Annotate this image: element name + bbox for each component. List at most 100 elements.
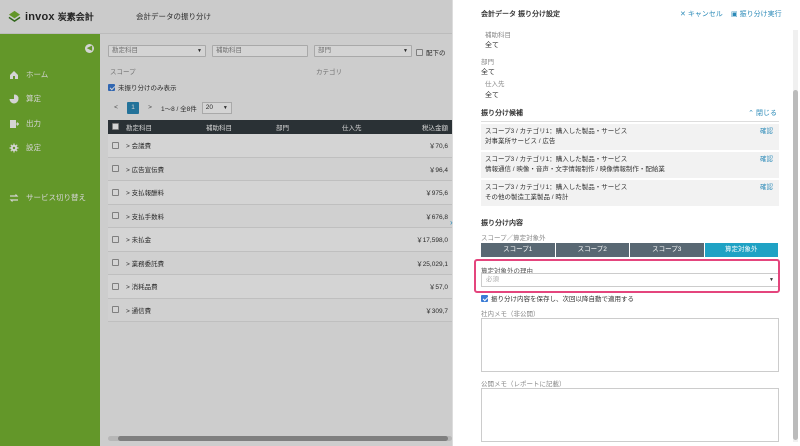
execute-allocation-button[interactable]: ▣ 振り分け実行 xyxy=(731,9,782,19)
panel-title: 会計データ 振り分け設定 xyxy=(481,11,560,18)
department-filter-placeholder: 部門 xyxy=(318,47,331,54)
sub-account-value: 全て xyxy=(485,42,499,49)
next-page-button[interactable]: > xyxy=(144,102,156,114)
segment-scope3[interactable]: スコープ3 xyxy=(630,243,705,257)
sidebar-item-label: サービス切り替え xyxy=(26,193,86,202)
row-checkbox[interactable] xyxy=(111,282,119,290)
candidate-confirm-button[interactable]: 確認 xyxy=(760,155,773,165)
row-checkbox[interactable] xyxy=(111,188,119,196)
candidate-confirm-button[interactable]: 確認 xyxy=(760,127,773,137)
horizontal-scrollbar[interactable] xyxy=(108,436,452,441)
logo-icon xyxy=(8,10,21,23)
table-row[interactable]: > 広告宣伝費 ￥96,4 xyxy=(108,157,452,181)
row-amount: ￥96,4 xyxy=(428,166,448,174)
internal-memo-field[interactable] xyxy=(481,318,779,372)
row-checkbox[interactable] xyxy=(111,141,119,149)
row-checkbox[interactable] xyxy=(111,165,119,173)
auto-apply-checkbox[interactable] xyxy=(481,294,488,302)
row-amount: ￥309,7 xyxy=(425,307,448,315)
expand-icon[interactable]: > xyxy=(126,143,130,150)
expand-icon[interactable]: > xyxy=(126,284,130,291)
public-memo-field[interactable] xyxy=(481,388,779,442)
row-account: > 通信費 xyxy=(126,307,152,315)
chevron-down-icon: ▼ xyxy=(403,48,408,54)
sidebar-item-home[interactable]: ホーム xyxy=(8,69,48,80)
candidate-confirm-button[interactable]: 確認 xyxy=(760,183,773,193)
expand-icon[interactable]: > xyxy=(126,214,130,221)
table-row[interactable]: > 消耗品費 ￥57,0 xyxy=(108,275,452,299)
expand-icon[interactable]: > xyxy=(126,237,130,244)
expand-icon[interactable]: > xyxy=(126,167,130,174)
table-row[interactable]: > 会議費 ￥70,6 xyxy=(108,134,452,158)
account-filter[interactable]: 勘定科目 ▼ xyxy=(108,45,206,57)
main-content: 勘定科目 ▼ 補助科目 部門 ▼ 配下の スコープ カテゴリ 未振り分けのみ表示… xyxy=(100,34,452,446)
allocated-checkbox[interactable] xyxy=(416,48,423,56)
table-row[interactable]: > 未払金 ￥17,598,0 xyxy=(108,228,452,252)
table-row[interactable]: > 支払手数料 ￥676,8 xyxy=(108,204,452,228)
expand-icon[interactable]: > xyxy=(126,190,130,197)
expand-icon[interactable]: > xyxy=(126,261,130,268)
department-filter[interactable]: 部門 ▼ xyxy=(314,45,412,57)
internal-memo-label: 社内メモ（非公開） xyxy=(481,311,540,318)
sidebar-item-export[interactable]: 出力 xyxy=(8,118,41,129)
table-header: 勘定科目 補助科目 部門 仕入先 税込金額 xyxy=(108,120,452,134)
export-icon xyxy=(8,118,19,129)
segment-excluded[interactable]: 算定対象外 xyxy=(704,243,778,257)
candidate-item[interactable]: スコープ3 / カテゴリ1：購入した製品・サービス その他の製造工業製品 / 時… xyxy=(481,180,779,206)
sidebar-item-switch-service[interactable]: サービス切り替え xyxy=(8,192,86,203)
row-checkbox[interactable] xyxy=(111,259,119,267)
supplier-value: 全て xyxy=(485,92,499,99)
scrollbar-thumb[interactable] xyxy=(118,436,448,441)
row-amount: ￥17,598,0 xyxy=(416,237,448,245)
row-account: > 消耗品費 xyxy=(126,284,158,292)
row-account: > 支払報酬料 xyxy=(126,190,165,198)
table-row[interactable]: > 支払報酬料 ￥975,6 xyxy=(108,181,452,205)
select-all-checkbox[interactable] xyxy=(111,123,119,131)
header-amount[interactable]: 税込金額 xyxy=(392,122,448,132)
per-page-select[interactable]: 20 ▼ xyxy=(201,102,232,114)
candidate-item[interactable]: スコープ3 / カテゴリ1：購入した製品・サービス 対事業所サービス / 広告 … xyxy=(481,124,779,150)
sub-account-filter[interactable]: 補助科目 xyxy=(212,45,308,57)
save-icon: ▣ xyxy=(731,11,738,18)
sub-account-label: 補助科目 xyxy=(485,32,511,39)
segment-scope2[interactable]: スコープ2 xyxy=(555,243,630,257)
candidates-close-button[interactable]: ⌃ 閉じる xyxy=(748,108,777,118)
sidebar-item-settings[interactable]: 設定 xyxy=(8,142,41,153)
page-range: 1〜8 / 全8件 xyxy=(161,106,197,113)
collapse-sidebar-icon[interactable]: ◀ xyxy=(85,44,94,53)
prev-page-button[interactable]: < xyxy=(110,102,122,114)
chevron-right-icon[interactable]: › xyxy=(450,218,453,227)
current-page-button[interactable]: 1 xyxy=(127,102,139,114)
logo[interactable]: invox 炭素会計 xyxy=(8,10,128,23)
cancel-button[interactable]: ✕ キャンセル xyxy=(680,9,723,19)
unassigned-only-label: 未振り分けのみ表示 xyxy=(118,85,177,92)
panel-vertical-scrollbar[interactable] xyxy=(793,30,798,442)
sidebar-item-label: 出力 xyxy=(26,119,41,128)
unassigned-only-checkbox[interactable] xyxy=(108,83,115,91)
table-row[interactable]: > 通信費 ￥309,7 xyxy=(108,298,452,322)
header-account[interactable]: 勘定科目 xyxy=(122,122,206,132)
candidate-line1: スコープ3 / カテゴリ1：購入した製品・サービス xyxy=(485,128,628,135)
pagination: < 1 > 1〜8 / 全8件 20 ▼ xyxy=(110,102,232,114)
expand-icon[interactable]: > xyxy=(126,308,130,315)
header-sub-account[interactable]: 補助科目 xyxy=(206,122,276,132)
page-title: 会計データの振り分け xyxy=(136,12,211,21)
row-amount: ￥57,0 xyxy=(428,284,448,292)
auto-apply-option[interactable]: 振り分け内容を保存し、次回以降自動で適用する xyxy=(481,293,634,303)
table-row[interactable]: > 業務委託費 ￥25,029,1 xyxy=(108,251,452,275)
allocated-filter[interactable]: 配下の xyxy=(416,47,446,57)
brand-name: invox xyxy=(25,10,55,23)
sidebar-item-calc[interactable]: 算定 xyxy=(8,93,41,104)
chevron-up-icon: ⌃ xyxy=(748,110,755,117)
header-supplier[interactable]: 仕入先 xyxy=(342,122,392,132)
segment-scope1[interactable]: スコープ1 xyxy=(481,243,556,257)
allocated-label: 配下の xyxy=(426,50,446,57)
candidate-item[interactable]: スコープ3 / カテゴリ1：購入した製品・サービス 情報通信 / 映像・音声・文… xyxy=(481,152,779,178)
scope-label: スコープ xyxy=(110,69,136,76)
row-checkbox[interactable] xyxy=(111,306,119,314)
scrollbar-thumb[interactable] xyxy=(793,90,798,440)
row-checkbox[interactable] xyxy=(111,235,119,243)
unassigned-only-toggle[interactable]: 未振り分けのみ表示 xyxy=(108,82,177,92)
header-department[interactable]: 部門 xyxy=(276,122,342,132)
row-checkbox[interactable] xyxy=(111,212,119,220)
